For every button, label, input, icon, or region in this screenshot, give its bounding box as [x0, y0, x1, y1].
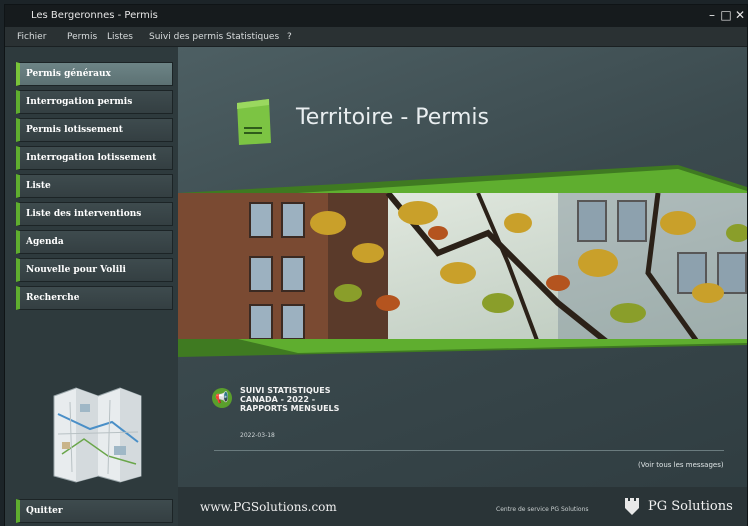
sidebar-item-label: Permis lotissement	[26, 125, 123, 135]
view-all-messages-link[interactable]: (Voir tous les messages)	[638, 461, 724, 469]
menu-statistiques[interactable]: Statistiques	[226, 32, 279, 42]
sidebar-item-recherche[interactable]: Recherche	[16, 286, 173, 310]
sidebar-item-label: Interrogation permis	[26, 97, 133, 107]
menu-fichier[interactable]: Fichier	[17, 32, 46, 42]
news-item[interactable]: 📢 SUIVI STATISTIQUES CANADA - 2022 - RAP…	[208, 384, 728, 454]
close-button[interactable]: ✕	[733, 8, 747, 22]
quit-button[interactable]: Quitter	[16, 499, 173, 523]
megaphone-icon: 📢	[212, 388, 232, 408]
sidebar-item-liste[interactable]: Liste	[16, 174, 173, 198]
main-panel: Territoire - Permis 📢 SUIVI STATISTIQUES…	[178, 47, 747, 526]
menu-bar: Fichier Permis Listes Suivi des permis S…	[5, 27, 747, 47]
sidebar-item-interrogation-permis[interactable]: Interrogation permis	[16, 90, 173, 114]
sidebar-item-liste-des-interventions[interactable]: Liste des interventions	[16, 202, 173, 226]
sidebar-item-agenda[interactable]: Agenda	[16, 230, 173, 254]
news-date: 2022-03-18	[240, 432, 275, 439]
sidebar-item-label: Permis généraux	[26, 69, 111, 79]
sidebar-item-nouvelle-pour-volili[interactable]: Nouvelle pour Volili	[16, 258, 173, 282]
sidebar-item-label: Recherche	[26, 293, 80, 303]
quit-label: Quitter	[26, 506, 63, 516]
menu-help[interactable]: ?	[287, 32, 292, 42]
sidebar-item-label: Liste des interventions	[26, 209, 142, 219]
map-icon	[50, 384, 145, 484]
divider	[214, 450, 724, 451]
sidebar: Permis généraux Interrogation permis Per…	[5, 47, 178, 526]
service-center-text: Centre de service PG Solutions	[496, 506, 589, 513]
sidebar-item-label: Nouvelle pour Volili	[26, 265, 126, 275]
menu-suivi-des-permis[interactable]: Suivi des permis	[149, 32, 223, 42]
title-bar: Les Bergeronnes - Permis – □ ✕	[5, 5, 747, 27]
green-stripe-bottom	[178, 339, 747, 357]
news-title[interactable]: SUIVI STATISTIQUES CANADA - 2022 - RAPPO…	[240, 386, 380, 413]
menu-permis[interactable]: Permis	[67, 32, 97, 42]
app-window: Les Bergeronnes - Permis – □ ✕ Fichier P…	[4, 4, 748, 526]
sidebar-item-permis-lotissement[interactable]: Permis lotissement	[16, 118, 173, 142]
footer: www.PGSolutions.com Centre de service PG…	[178, 487, 747, 526]
menu-listes[interactable]: Listes	[107, 32, 133, 42]
document-icon	[233, 97, 275, 147]
sidebar-item-label: Interrogation lotissement	[26, 153, 157, 163]
banner-photo	[178, 193, 747, 343]
minimize-button[interactable]: –	[705, 8, 719, 22]
sidebar-item-label: Liste	[26, 181, 51, 191]
website-link[interactable]: www.PGSolutions.com	[200, 500, 337, 514]
sidebar-item-label: Agenda	[26, 237, 64, 247]
maximize-button[interactable]: □	[719, 8, 733, 22]
sidebar-item-interrogation-lotissement[interactable]: Interrogation lotissement	[16, 146, 173, 170]
brand-name: PG Solutions	[648, 499, 733, 514]
window-title: Les Bergeronnes - Permis	[31, 10, 158, 21]
page-title: Territoire - Permis	[296, 105, 489, 130]
sidebar-item-permis-generaux[interactable]: Permis généraux	[16, 62, 173, 86]
castle-logo-icon	[624, 496, 640, 516]
